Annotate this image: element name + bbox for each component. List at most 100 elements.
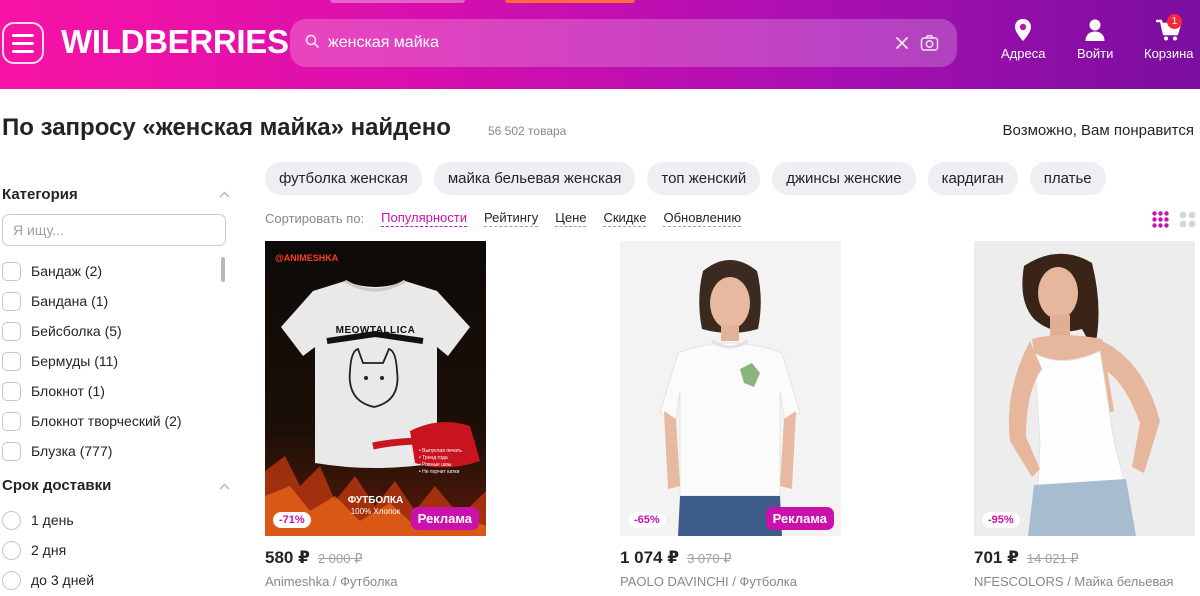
product-card[interactable]: -65% Реклама 1 074 ₽ 3 070 ₽ PAOLO DAVIN… (620, 241, 842, 589)
product-card[interactable]: @ANIMESHKA MEOWTALLICA • Выпуклая печать… (265, 241, 487, 589)
category-scrollbar[interactable] (221, 257, 225, 282)
feature-text: • Тренд года (419, 455, 448, 461)
price-row: 580 ₽ 2 000 ₽ (265, 548, 487, 568)
checkbox[interactable] (2, 381, 21, 401)
delivery-filter-title[interactable]: Срок доставки (2, 477, 111, 494)
checkbox[interactable] (2, 411, 21, 431)
chip[interactable]: топ женский (647, 162, 761, 195)
product-card[interactable]: -95% 701 ₽ 14 021 ₽ NFESCOLORS / Майка б… (974, 241, 1196, 589)
category-item[interactable]: Бандаж (2) (2, 256, 212, 286)
nav-cart[interactable]: 1 Корзина (1144, 14, 1194, 61)
nav-cart-label: Корзина (1144, 46, 1194, 61)
delivery-list: 1 день 2 дня до 3 дней (2, 505, 212, 595)
ad-badge[interactable]: Реклама (410, 507, 479, 530)
suggestion-chips: футболка женская майка бельевая женская … (265, 162, 1106, 195)
chevron-up-icon[interactable] (219, 483, 230, 490)
category-item[interactable]: Блокнот творческий (2) (2, 406, 212, 436)
discount-badge: -65% (628, 512, 666, 528)
checkbox[interactable] (2, 441, 21, 461)
product-image[interactable]: @ANIMESHKA MEOWTALLICA • Выпуклая печать… (265, 241, 486, 536)
price-row: 701 ₽ 14 021 ₽ (974, 548, 1196, 568)
sort-option-price[interactable]: Цене (555, 210, 587, 227)
radio-button[interactable] (2, 510, 21, 530)
category-label: Бандаж (2) (31, 263, 103, 279)
feature-text: • Выпуклая печать (419, 448, 462, 454)
checkbox[interactable] (2, 351, 21, 371)
category-item[interactable]: Блокнот (1) (2, 376, 212, 406)
chip[interactable]: платье (1029, 162, 1106, 195)
product-image-print: MEOWTALLICA (335, 325, 416, 336)
delivery-option[interactable]: 1 день (2, 505, 212, 535)
brand-name[interactable]: Animeshka / Футболка (265, 574, 487, 589)
old-price: 2 000 ₽ (317, 551, 363, 566)
grid-large-view-icon[interactable] (1179, 211, 1196, 228)
brand-name[interactable]: NFESCOLORS / Майка бельевая (974, 574, 1196, 589)
chip[interactable]: джинсы женские (772, 162, 916, 195)
menu-button[interactable] (2, 22, 44, 64)
price: 580 ₽ (265, 548, 310, 567)
ad-badge[interactable]: Реклама (765, 507, 834, 530)
delivery-option[interactable]: 2 дня (2, 535, 212, 565)
product-image[interactable]: -95% (974, 241, 1195, 536)
category-label: Бермуды (11) (31, 353, 119, 369)
delivery-label: 2 дня (31, 542, 67, 558)
logo[interactable]: WILDBERRIES (61, 23, 289, 61)
category-label: Блокнот (1) (31, 383, 105, 399)
checkbox[interactable] (2, 261, 21, 281)
search-input[interactable] (328, 19, 888, 67)
category-item[interactable]: Блузка (777) (2, 436, 212, 466)
delivery-label: до 3 дней (31, 572, 95, 588)
chevron-up-icon[interactable] (219, 191, 230, 198)
discount-badge: -71% (273, 512, 311, 528)
sort-option-rating[interactable]: Рейтингу (483, 210, 539, 227)
checkbox[interactable] (2, 321, 21, 341)
price: 1 074 ₽ (620, 548, 680, 567)
old-price: 14 021 ₽ (1026, 551, 1079, 566)
search-bar[interactable] (290, 19, 957, 67)
sort-option-popularity[interactable]: Популярности (381, 210, 467, 227)
discount-badge: -95% (982, 512, 1020, 528)
camera-icon[interactable] (920, 34, 939, 52)
feature-text: • Не порчит катки (419, 469, 460, 475)
category-label: Бейсболка (5) (31, 323, 122, 339)
category-item[interactable]: Бейсболка (5) (2, 316, 212, 346)
model-photo-white-tank-top (974, 241, 1195, 536)
brand-name[interactable]: PAOLO DAVINCHI / Футболка (620, 574, 842, 589)
sort-option-update[interactable]: Обновлению (663, 210, 742, 227)
category-filter-title[interactable]: Категория (2, 186, 78, 203)
sort-option-discount[interactable]: Скидке (603, 210, 647, 227)
checkbox[interactable] (2, 291, 21, 311)
chip[interactable]: майка бельевая женская (433, 162, 636, 195)
nav-addresses[interactable]: Адреса (1001, 18, 1045, 61)
sort-label: Сортировать по: (265, 211, 365, 226)
radio-button[interactable] (2, 570, 21, 590)
top-banner-strip-accent[interactable] (505, 0, 635, 3)
sort-bar: Сортировать по: Популярности Рейтингу Це… (265, 210, 742, 227)
delivery-option[interactable]: до 3 дней (2, 565, 212, 595)
category-label: Блузка (777) (31, 443, 113, 459)
radio-button[interactable] (2, 540, 21, 560)
category-item[interactable]: Бермуды (11) (2, 346, 212, 376)
price: 701 ₽ (974, 548, 1019, 567)
product-image-caption: ФУТБОЛКА (347, 495, 404, 506)
chip[interactable]: кардиган (927, 162, 1018, 195)
top-banner-strip[interactable] (330, 0, 465, 3)
product-image[interactable]: -65% Реклама (620, 241, 841, 536)
header: WILDBERRIES Адреса Войти (0, 0, 1200, 89)
nav-login-label: Войти (1077, 46, 1114, 61)
price-row: 1 074 ₽ 3 070 ₽ (620, 548, 842, 568)
nav-login[interactable]: Войти (1077, 18, 1113, 61)
product-image-features: • Выпуклая печать • Тренд года • Ровные … (419, 448, 462, 476)
grid-small-view-icon[interactable] (1152, 211, 1169, 228)
clear-icon[interactable] (895, 36, 909, 50)
category-item[interactable]: Бандана (1) (2, 286, 212, 316)
category-list: Бандаж (2) Бандана (1) Бейсболка (5) Бер… (2, 256, 212, 466)
user-icon (1085, 19, 1105, 41)
model-photo-white-tshirt (620, 241, 841, 536)
menu-icon-bar (12, 41, 34, 45)
cart-badge: 1 (1167, 14, 1182, 29)
search-icon (305, 34, 319, 48)
chip[interactable]: футболка женская (265, 162, 422, 195)
category-search-input[interactable] (2, 214, 226, 246)
old-price: 3 070 ₽ (687, 551, 732, 566)
